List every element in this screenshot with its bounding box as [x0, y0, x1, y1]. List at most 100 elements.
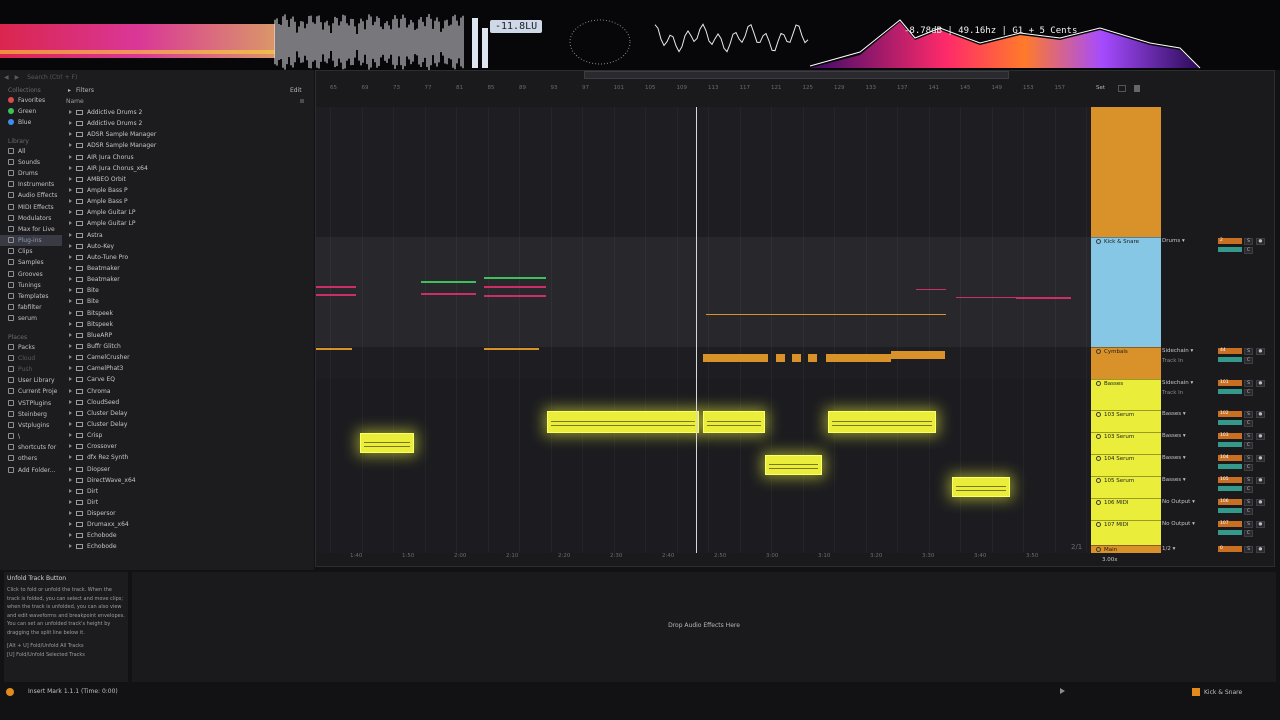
track-send[interactable] [1218, 389, 1242, 394]
crossfade-button[interactable]: C [1244, 486, 1253, 493]
track-volume[interactable]: 105 [1218, 477, 1242, 483]
expand-icon[interactable] [69, 254, 72, 259]
sidebar-item[interactable]: Modulators [0, 213, 62, 224]
solo-button[interactable]: S [1244, 521, 1253, 528]
midi-clip[interactable] [765, 455, 822, 475]
track-name[interactable]: 106 MIDI [1096, 500, 1128, 506]
output-routing-select[interactable]: Basses ▾ [1162, 411, 1186, 417]
list-item[interactable]: AMBEO Orbit [64, 174, 312, 185]
lane-top[interactable] [316, 107, 1091, 237]
track-volume[interactable]: 2 [1218, 238, 1242, 244]
track-send[interactable] [1218, 508, 1242, 513]
cymbal-clip[interactable] [316, 348, 352, 350]
list-item[interactable]: Crisp [64, 430, 312, 441]
track-name[interactable]: Kick & Snare [1096, 239, 1139, 245]
sidebar-item[interactable]: Favorites [0, 95, 62, 106]
solo-button[interactable]: S [1244, 348, 1253, 355]
crossfade-button[interactable]: C [1244, 357, 1253, 364]
list-item[interactable]: Echobode [64, 530, 312, 541]
list-item[interactable]: Auto-Key [64, 241, 312, 252]
list-item[interactable]: CloudSeed [64, 397, 312, 408]
track-send[interactable] [1218, 464, 1242, 469]
list-item[interactable]: Beatmaker [64, 274, 312, 285]
input-routing-select[interactable]: Track In [1162, 358, 1183, 364]
midi-clip[interactable] [360, 433, 414, 453]
expand-icon[interactable] [69, 477, 72, 482]
track-send[interactable] [1218, 357, 1242, 362]
arm-button[interactable]: ● [1256, 411, 1265, 418]
expand-icon[interactable] [69, 544, 72, 549]
midi-clip[interactable] [703, 411, 765, 433]
sidebar-item[interactable]: serum [0, 313, 62, 324]
fold-icon[interactable] [1096, 412, 1101, 417]
expand-icon[interactable] [69, 265, 72, 270]
sidebar-item[interactable]: shortcuts for [0, 442, 62, 453]
track-volume[interactable]: 0 [1218, 546, 1242, 552]
crossfade-button[interactable]: C [1244, 464, 1253, 471]
expand-icon[interactable] [69, 343, 72, 348]
track-name[interactable]: Cymbals [1096, 349, 1128, 355]
lane-basses[interactable] [316, 379, 1091, 553]
list-item[interactable]: Echobode [64, 541, 312, 552]
list-item[interactable]: CamelPhat3 [64, 363, 312, 374]
list-item[interactable]: AIR Jura Chorus_x64 [64, 163, 312, 174]
sidebar-item[interactable]: Packs [0, 342, 62, 353]
lane-cymbals[interactable] [316, 347, 1091, 379]
sidebar-item[interactable]: Sounds [0, 157, 62, 168]
fold-icon[interactable] [1096, 500, 1101, 505]
warning-icon[interactable] [6, 688, 14, 696]
list-item[interactable]: BlueARP [64, 330, 312, 341]
lock-icon[interactable] [1134, 85, 1140, 92]
midi-clip[interactable] [952, 477, 1010, 497]
set-button[interactable]: Set [1096, 85, 1105, 91]
sidebar-item[interactable]: Instruments [0, 179, 62, 190]
track-name[interactable]: 105 Serum [1096, 478, 1134, 484]
fold-icon[interactable] [1096, 522, 1101, 527]
arm-button[interactable]: ● [1256, 521, 1265, 528]
list-item[interactable]: Dispersor [64, 508, 312, 519]
lane-kick-snare[interactable] [316, 237, 1091, 347]
cymbal-clip[interactable] [792, 354, 801, 362]
list-item[interactable]: Addictive Drums 2 [64, 118, 312, 129]
expand-icon[interactable] [69, 221, 72, 226]
list-item[interactable]: Bite [64, 296, 312, 307]
crossfade-button[interactable]: C [1244, 389, 1253, 396]
list-item[interactable]: Dirt [64, 486, 312, 497]
fold-icon[interactable] [1096, 478, 1101, 483]
filters-icon[interactable]: ▸ [68, 87, 71, 94]
sidebar-item[interactable]: Green [0, 106, 62, 117]
cymbal-clip[interactable] [776, 354, 785, 362]
solo-button[interactable]: S [1244, 546, 1253, 553]
sidebar-item[interactable]: Plug-ins [0, 235, 62, 247]
fold-icon[interactable] [1096, 381, 1101, 386]
fold-icon[interactable] [1096, 349, 1101, 354]
edit-button[interactable]: Edit [290, 87, 302, 94]
list-item[interactable]: Diopser [64, 464, 312, 475]
expand-icon[interactable] [69, 499, 72, 504]
sidebar-item[interactable]: fabfilter [0, 302, 62, 313]
expand-icon[interactable] [69, 321, 72, 326]
crossfade-button[interactable]: C [1244, 508, 1253, 515]
track-volume[interactable]: 102 [1218, 411, 1242, 417]
expand-icon[interactable] [69, 522, 72, 527]
expand-icon[interactable] [69, 332, 72, 337]
output-routing-select[interactable]: Basses ▾ [1162, 433, 1186, 439]
arm-button[interactable]: ● [1256, 499, 1265, 506]
crossfade-button[interactable]: C [1244, 442, 1253, 449]
expand-icon[interactable] [69, 388, 72, 393]
midi-clip[interactable] [547, 411, 699, 433]
expand-icon[interactable] [69, 277, 72, 282]
expand-icon[interactable] [69, 455, 72, 460]
track-send[interactable] [1218, 247, 1242, 252]
list-item[interactable]: ADSR Sample Manager [64, 129, 312, 140]
fold-icon[interactable] [1096, 456, 1101, 461]
list-item[interactable]: Cluster Delay [64, 408, 312, 419]
expand-icon[interactable] [69, 433, 72, 438]
expand-icon[interactable] [69, 355, 72, 360]
output-routing-select[interactable]: Drums ▾ [1162, 238, 1185, 244]
crossfade-button[interactable]: C [1244, 420, 1253, 427]
list-item[interactable]: Chroma [64, 386, 312, 397]
expand-icon[interactable] [69, 399, 72, 404]
sidebar-item[interactable]: Push [0, 364, 62, 375]
solo-button[interactable]: S [1244, 455, 1253, 462]
